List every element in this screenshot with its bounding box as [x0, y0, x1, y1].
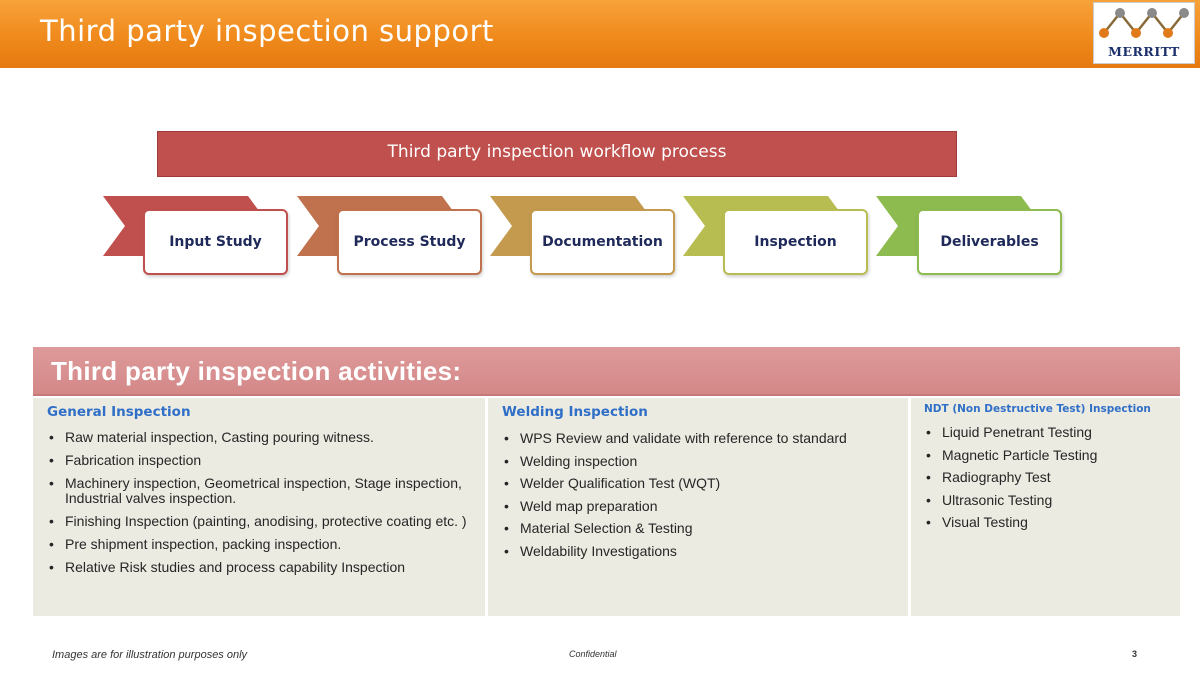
list-item: Magnetic Particle Testing: [924, 447, 1169, 463]
list-item: Welding inspection: [502, 453, 897, 469]
ndt-inspection-column: NDT (Non Destructive Test) Inspection Li…: [911, 398, 1180, 616]
activities-header-band: Third party inspection activities:: [33, 347, 1180, 396]
step-inspection: Inspection: [723, 209, 868, 275]
list-item: Welder Qualification Test (WQT): [502, 476, 897, 492]
footer-disclaimer: Images are for illustration purposes onl…: [52, 649, 248, 661]
list-item: Machinery inspection, Geometrical inspec…: [47, 476, 467, 506]
list-item: Raw material inspection, Casting pouring…: [47, 430, 467, 446]
list-item: Finishing Inspection (painting, anodisin…: [47, 514, 467, 530]
step-input-study: Input Study: [143, 209, 288, 275]
welding-inspection-list: WPS Review and validate with reference t…: [502, 431, 897, 559]
list-item: Ultrasonic Testing: [924, 492, 1169, 508]
list-item: Relative Risk studies and process capabi…: [47, 560, 467, 576]
list-item: Weldability Investigations: [502, 543, 897, 559]
list-item: Visual Testing: [924, 515, 1169, 531]
list-item: WPS Review and validate with reference t…: [502, 431, 897, 447]
list-item: Weld map preparation: [502, 498, 897, 514]
general-inspection-list: Raw material inspection, Casting pouring…: [47, 430, 467, 576]
list-item: Fabrication inspection: [47, 453, 467, 469]
list-item: Pre shipment inspection, packing inspect…: [47, 537, 467, 553]
ndt-inspection-list: Liquid Penetrant Testing Magnetic Partic…: [924, 425, 1169, 531]
step-process-study: Process Study: [337, 209, 482, 275]
general-inspection-heading: General Inspection: [47, 404, 191, 420]
list-item: Radiography Test: [924, 470, 1169, 486]
footer-confidential: Confidential: [569, 649, 617, 659]
list-item: Material Selection & Testing: [502, 521, 897, 537]
list-item: Liquid Penetrant Testing: [924, 425, 1169, 441]
step-documentation: Documentation: [530, 209, 675, 275]
general-inspection-column: General Inspection Raw material inspecti…: [33, 398, 485, 616]
activities-title: Third party inspection activities:: [51, 356, 462, 386]
ndt-inspection-heading: NDT (Non Destructive Test) Inspection: [924, 403, 1151, 415]
welding-inspection-heading: Welding Inspection: [502, 404, 648, 420]
step-deliverables: Deliverables: [917, 209, 1062, 275]
welding-inspection-column: Welding Inspection WPS Review and valida…: [488, 398, 908, 616]
page-number: 3: [1132, 649, 1138, 659]
